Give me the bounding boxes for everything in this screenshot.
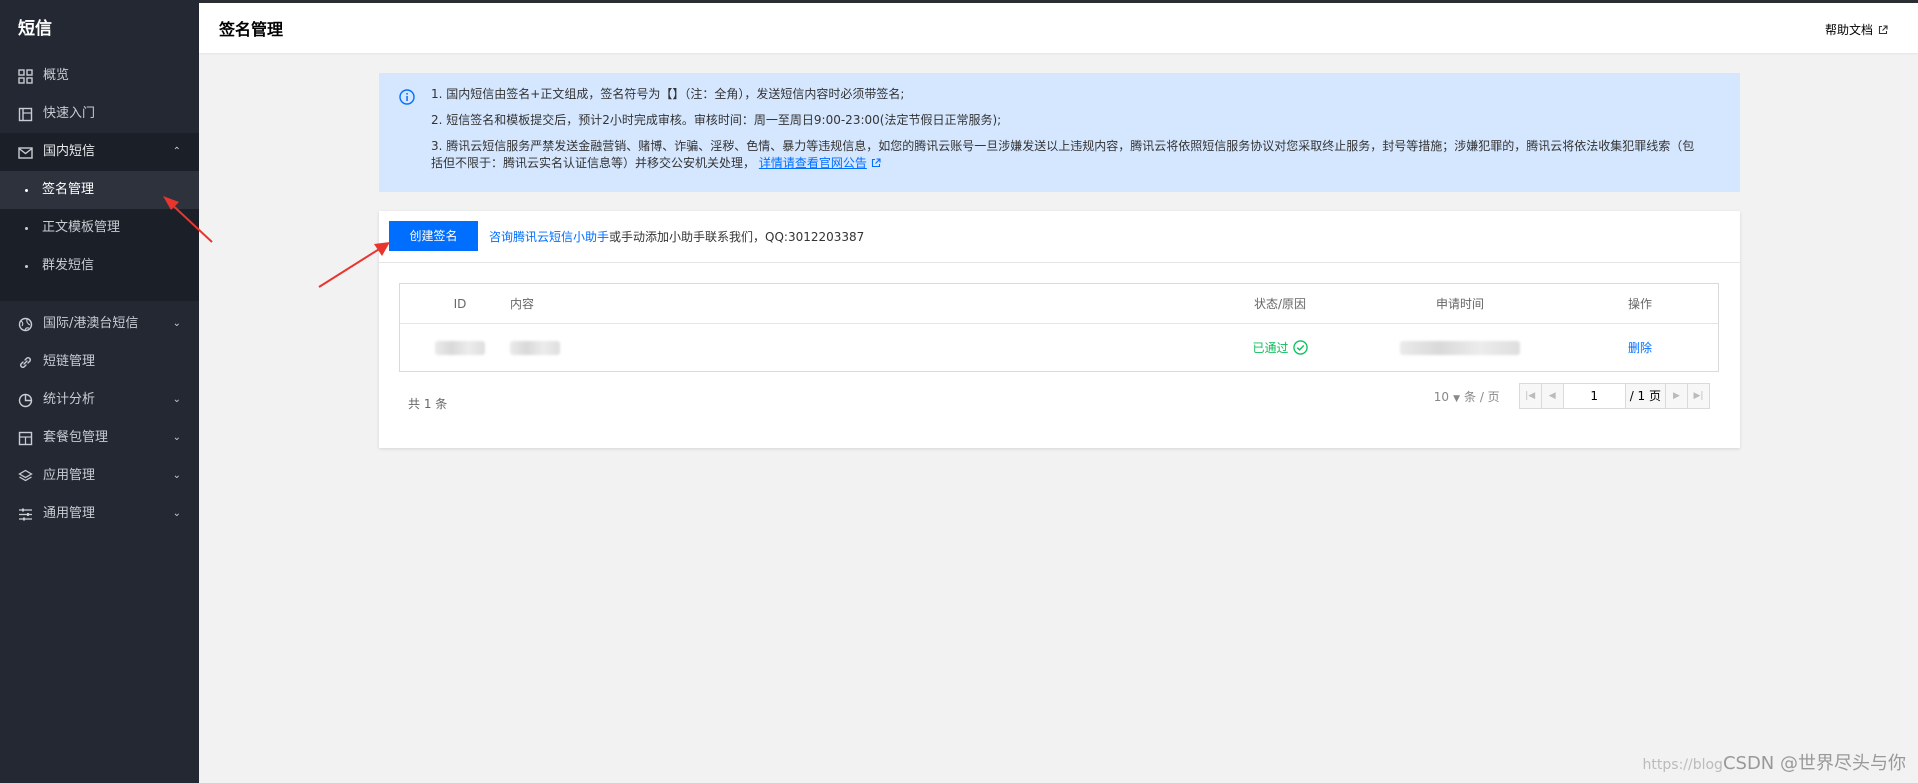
- total-count: 共 1 条: [408, 395, 447, 412]
- package-icon: [18, 431, 33, 446]
- sidebar-subitem-bulk-sms[interactable]: 群发短信: [0, 247, 199, 285]
- sidebar-subitem-template[interactable]: 正文模板管理: [0, 209, 199, 247]
- table-header: ID 内容 状态/原因 申请时间 操作: [400, 284, 1718, 324]
- sidebar-title: 短信: [0, 0, 199, 57]
- notice-banner: 1. 国内短信由签名+正文组成，签名符号为【】（注：全角），发送短信内容时必须带…: [379, 73, 1740, 192]
- create-signature-button[interactable]: 创建签名: [389, 221, 478, 251]
- pie-chart-icon: [18, 393, 33, 408]
- notice-line-3b: 括但不限于：腾讯云实名认证信息等）并移交公安机关处理， 详情请查看官网公告: [431, 155, 1740, 172]
- cell-time-redacted: [1370, 324, 1550, 371]
- consult-assistant-link[interactable]: 咨询腾讯云短信小助手: [489, 230, 609, 244]
- sidebar-item-label: 快速入门: [43, 106, 95, 121]
- mail-icon: [18, 145, 33, 160]
- notice-line-3: 3. 腾讯云短信服务严禁发送金融营销、赌博、诈骗、淫秽、色情、暴力等违规信息，如…: [431, 138, 1740, 155]
- column-header-operation: 操作: [1600, 284, 1680, 323]
- caret-down-icon: ▼: [1453, 394, 1460, 404]
- signature-card: 创建签名 咨询腾讯云短信小助手或手动添加小助手联系我们，QQ:301220338…: [379, 211, 1740, 448]
- page-title: 签名管理: [219, 16, 283, 40]
- chevron-down-icon: ⌄: [173, 419, 181, 457]
- cell-status: 已通过: [1230, 324, 1330, 371]
- help-doc-link[interactable]: 帮助文档: [1825, 21, 1888, 38]
- column-header-status: 状态/原因: [1230, 284, 1330, 323]
- sidebar-item-statistics[interactable]: 统计分析 ⌄: [0, 381, 199, 419]
- cell-id-redacted: [430, 324, 490, 371]
- chevron-down-icon: ⌄: [173, 381, 181, 419]
- prev-page-button[interactable]: ◀: [1541, 383, 1564, 409]
- sidebar-item-overview[interactable]: 概览: [0, 57, 199, 95]
- info-icon: [399, 89, 415, 105]
- chevron-up-icon: ⌃: [173, 133, 181, 171]
- sidebar-item-label: 国际/港澳台短信: [43, 316, 138, 331]
- notice-line-1: 1. 国内短信由签名+正文组成，签名符号为【】（注：全角），发送短信内容时必须带…: [431, 86, 1740, 103]
- sidebar-item-label: 统计分析: [43, 392, 95, 407]
- consult-text: 咨询腾讯云短信小助手或手动添加小助手联系我们，QQ:3012203387: [489, 228, 864, 245]
- table-row: 已通过 删除: [400, 324, 1718, 371]
- help-doc-label: 帮助文档: [1825, 23, 1873, 37]
- delete-button[interactable]: 删除: [1628, 339, 1652, 356]
- watermark: https://blogCSDN @世界尽头与你: [1643, 749, 1906, 775]
- sidebar-item-general[interactable]: 通用管理 ⌄: [0, 495, 199, 533]
- next-page-icon: ▶: [1673, 391, 1680, 401]
- page-size-select[interactable]: 10▼条 / 页: [1434, 388, 1500, 405]
- toolbar: 创建签名 咨询腾讯云短信小助手或手动添加小助手联系我们，QQ:301220338…: [379, 211, 1740, 263]
- sidebar-item-apps[interactable]: 应用管理 ⌄: [0, 457, 199, 495]
- status-text: 已通过: [1252, 339, 1288, 356]
- sidebar-item-quickstart[interactable]: 快速入门: [0, 95, 199, 133]
- layers-icon: [18, 469, 33, 484]
- sidebar-item-label: 通用管理: [43, 506, 95, 521]
- pagination: 10▼条 / 页 |◀ ◀ / 1 页 ▶ ▶|: [1434, 383, 1710, 409]
- sidebar: 短信 概览 快速入门 国内短信 ⌃ 签名管理 正文模板管理 群发短信 国际/港澳…: [0, 0, 199, 783]
- sidebar-item-label: 应用管理: [43, 468, 95, 483]
- sidebar-item-international-sms[interactable]: 国际/港澳台短信 ⌄: [0, 305, 199, 343]
- page-header: 签名管理 帮助文档: [199, 0, 1918, 53]
- grid-icon: [18, 69, 33, 84]
- sidebar-item-label: 短链管理: [43, 354, 95, 369]
- external-link-icon: [871, 158, 881, 168]
- sidebar-item-domestic-sms[interactable]: 国内短信 ⌃: [0, 133, 199, 171]
- globe-icon: [18, 317, 33, 332]
- sliders-icon: [18, 507, 33, 522]
- cell-content-redacted: [510, 324, 560, 371]
- watermark-text: CSDN @世界尽头与你: [1723, 753, 1906, 774]
- watermark-url: https://blog: [1643, 757, 1723, 773]
- chevron-down-icon: ⌄: [173, 457, 181, 495]
- external-link-icon: [1878, 25, 1888, 35]
- sidebar-item-shortlink[interactable]: 短链管理: [0, 343, 199, 381]
- first-page-icon: |◀: [1525, 391, 1535, 401]
- official-notice-link[interactable]: 详情请查看官网公告: [759, 156, 867, 170]
- sidebar-item-label: 概览: [43, 68, 69, 83]
- chevron-down-icon: ⌄: [173, 305, 181, 343]
- column-header-time: 申请时间: [1370, 284, 1550, 323]
- sidebar-item-label: 国内短信: [43, 144, 95, 159]
- prev-page-icon: ◀: [1549, 391, 1556, 401]
- column-header-content: 内容: [510, 284, 534, 323]
- sidebar-group-domestic-sms: 国内短信 ⌃ 签名管理 正文模板管理 群发短信: [0, 133, 199, 301]
- last-page-button[interactable]: ▶|: [1687, 383, 1710, 409]
- last-page-icon: ▶|: [1694, 391, 1704, 401]
- sidebar-subitem-signature[interactable]: 签名管理: [0, 171, 199, 209]
- cell-operation: 删除: [1600, 324, 1680, 371]
- sidebar-item-package[interactable]: 套餐包管理 ⌄: [0, 419, 199, 457]
- page-number-input[interactable]: [1563, 383, 1626, 409]
- column-header-id: ID: [430, 284, 490, 323]
- first-page-button[interactable]: |◀: [1519, 383, 1542, 409]
- signature-table: ID 内容 状态/原因 申请时间 操作 已通过 删除: [399, 283, 1719, 372]
- sidebar-item-label: 套餐包管理: [43, 430, 108, 445]
- next-page-button[interactable]: ▶: [1665, 383, 1688, 409]
- notice-line-2: 2. 短信签名和模板提交后，预计2小时完成审核。审核时间：周一至周日9:00-2…: [431, 112, 1740, 129]
- link-icon: [18, 355, 33, 370]
- book-icon: [18, 107, 33, 122]
- chevron-down-icon: ⌄: [173, 495, 181, 533]
- check-circle-icon: [1293, 340, 1308, 355]
- total-pages: / 1 页: [1625, 383, 1666, 409]
